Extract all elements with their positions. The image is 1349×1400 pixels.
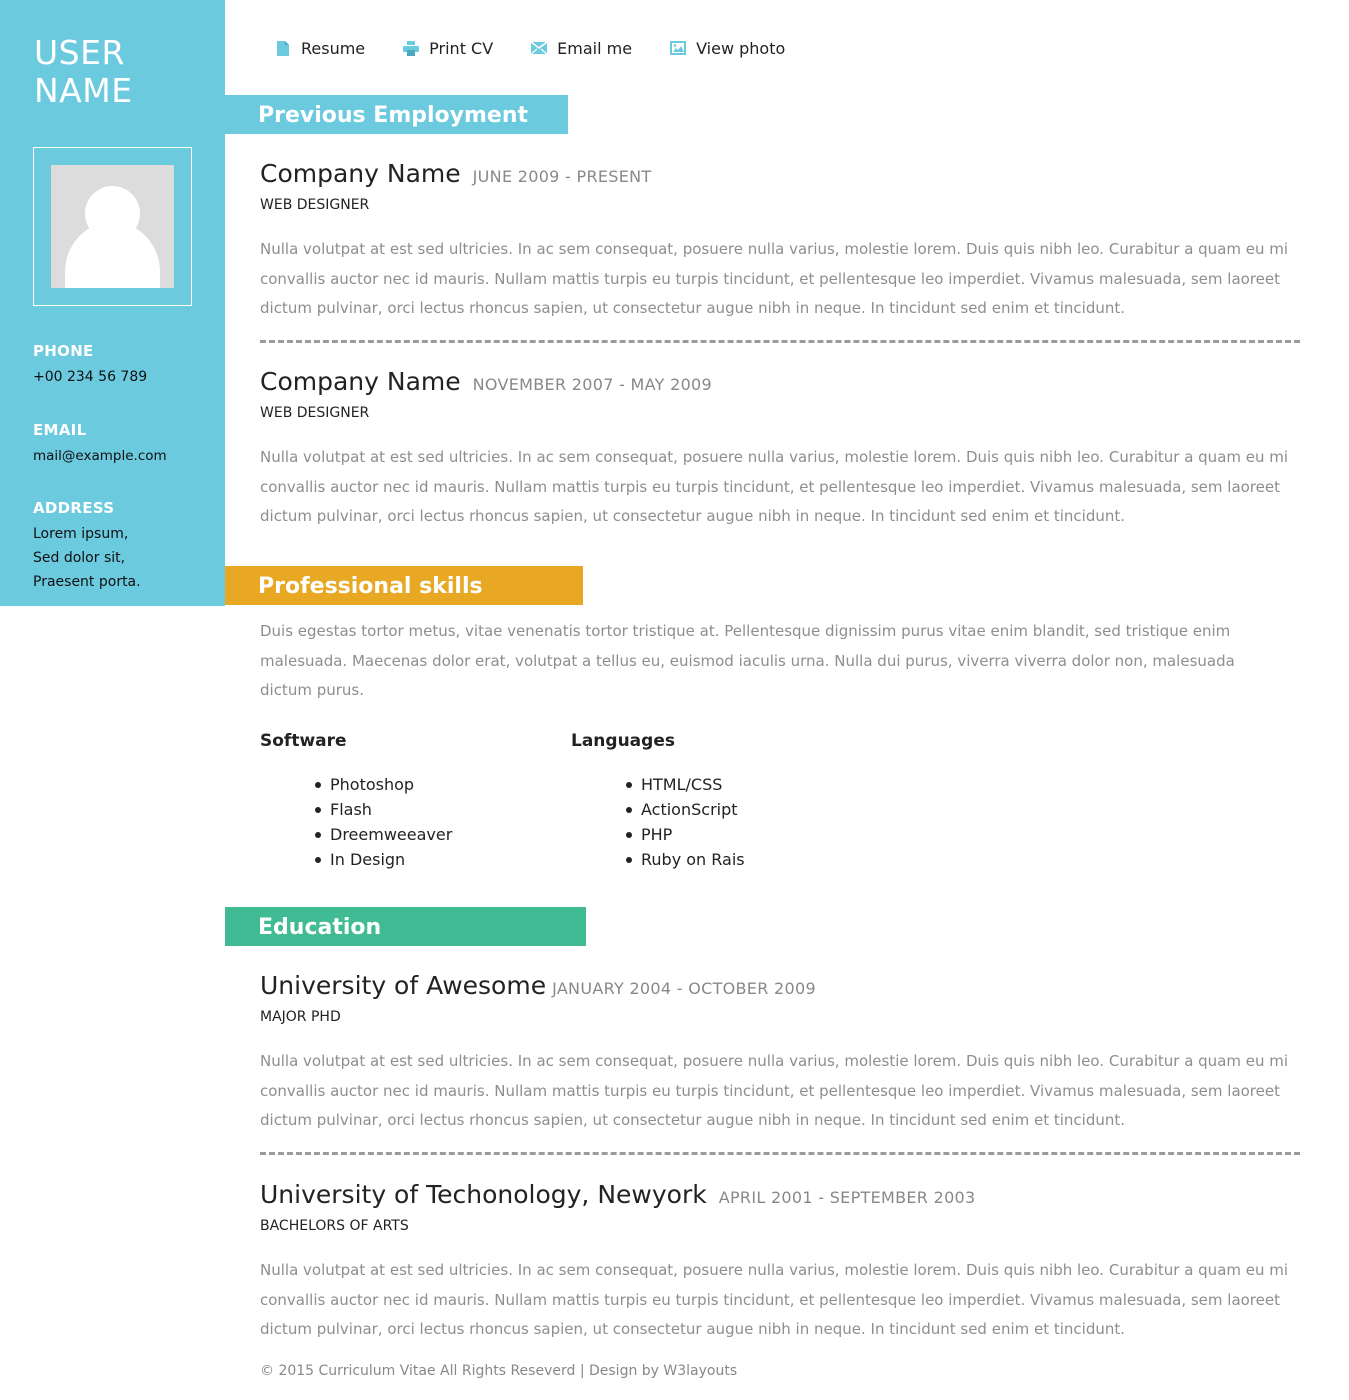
- sidebar: USER NAME PHONE +00 234 56 789 EMAIL mai…: [0, 0, 225, 606]
- degree: MAJOR PHD: [260, 1009, 341, 1025]
- image-icon: [670, 40, 687, 56]
- nav-print-cv[interactable]: Print CV: [403, 39, 493, 58]
- employment-description: Nulla volutpat at est sed ultricies. In …: [260, 240, 1289, 318]
- nav-email-me[interactable]: Email me: [531, 39, 632, 58]
- list-item: Photoshop: [315, 772, 452, 797]
- nav-view-photo[interactable]: View photo: [670, 39, 785, 58]
- education-dates: JANUARY 2004 - OCTOBER 2009: [552, 979, 816, 998]
- job-role: WEB DESIGNER: [260, 405, 370, 421]
- software-heading: Software: [260, 731, 347, 751]
- phone-value: +00 234 56 789: [33, 369, 148, 385]
- nav-view-photo-label: View photo: [696, 38, 786, 58]
- software-list: Photoshop Flash Dreemweeaver In Design: [315, 772, 452, 872]
- skills-intro: Duis egestas tortor metus, vitae venenat…: [260, 622, 1235, 700]
- list-item: ActionScript: [626, 797, 745, 822]
- list-item: PHP: [626, 822, 745, 847]
- nav-resume[interactable]: Resume: [275, 39, 365, 58]
- section-heading-skills: Professional skills: [225, 566, 583, 605]
- employment-entry-title: Company Name JUNE 2009 - PRESENT: [260, 159, 651, 188]
- section-heading-education: Education: [225, 907, 586, 946]
- address-line: Lorem ipsum,: [33, 526, 129, 542]
- company-name: Company Name: [260, 159, 461, 188]
- list-item: HTML/CSS: [626, 772, 745, 797]
- email-value[interactable]: mail@example.com: [33, 444, 167, 468]
- list-item: Flash: [315, 797, 452, 822]
- education-description: Nulla volutpat at est sed ultricies. In …: [260, 1052, 1289, 1130]
- dashed-divider: [260, 1152, 1300, 1155]
- user-name-line2: NAME: [34, 71, 133, 110]
- employment-dates: JUNE 2009 - PRESENT: [472, 167, 652, 186]
- education-description: Nulla volutpat at est sed ultricies. In …: [260, 1261, 1289, 1339]
- education-entry-title: University of Awesome JANUARY 2004 - OCT…: [260, 971, 816, 1000]
- avatar-placeholder-icon: [51, 165, 174, 288]
- phone-label: PHONE: [33, 342, 94, 360]
- profile-photo-frame: [33, 147, 192, 306]
- dashed-divider: [260, 340, 1300, 343]
- employment-entry-title: Company Name NOVEMBER 2007 - MAY 2009: [260, 367, 712, 396]
- address-line: Sed dolor sit,: [33, 550, 126, 566]
- email-label: EMAIL: [33, 421, 87, 439]
- degree: BACHELORS OF ARTS: [260, 1218, 409, 1234]
- nav-resume-label: Resume: [301, 38, 366, 58]
- languages-list: HTML/CSS ActionScript PHP Ruby on Rais: [626, 772, 745, 872]
- address-label: ADDRESS: [33, 499, 115, 517]
- nav-print-cv-label: Print CV: [429, 38, 494, 58]
- languages-heading: Languages: [571, 731, 675, 751]
- envelope-icon: [531, 40, 548, 56]
- company-name: Company Name: [260, 367, 461, 396]
- employment-dates: NOVEMBER 2007 - MAY 2009: [472, 375, 713, 394]
- job-role: WEB DESIGNER: [260, 197, 370, 213]
- nav-email-me-label: Email me: [557, 38, 633, 58]
- top-nav: Resume Print CV Email me View photo: [275, 36, 823, 60]
- address-value: Lorem ipsum, Sed dolor sit, Praesent por…: [33, 522, 141, 594]
- section-heading-employment: Previous Employment: [225, 95, 568, 134]
- list-item: Dreemweeaver: [315, 822, 452, 847]
- document-icon: [275, 40, 291, 56]
- education-entry-title: University of Techonology, Newyork APRIL…: [260, 1180, 976, 1209]
- footer-copyright: © 2015 Curriculum Vitae All Rights Resev…: [260, 1363, 738, 1379]
- education-dates: APRIL 2001 - SEPTEMBER 2003: [718, 1188, 976, 1207]
- list-item: In Design: [315, 847, 452, 872]
- printer-icon: [403, 40, 420, 56]
- address-line: Praesent porta.: [33, 574, 141, 590]
- user-name: USER NAME: [34, 34, 133, 110]
- school-name: University of Techonology, Newyork: [260, 1180, 707, 1209]
- list-item: Ruby on Rais: [626, 847, 745, 872]
- school-name: University of Awesome: [260, 971, 547, 1000]
- employment-description: Nulla volutpat at est sed ultricies. In …: [260, 448, 1289, 526]
- user-name-line1: USER: [34, 33, 125, 72]
